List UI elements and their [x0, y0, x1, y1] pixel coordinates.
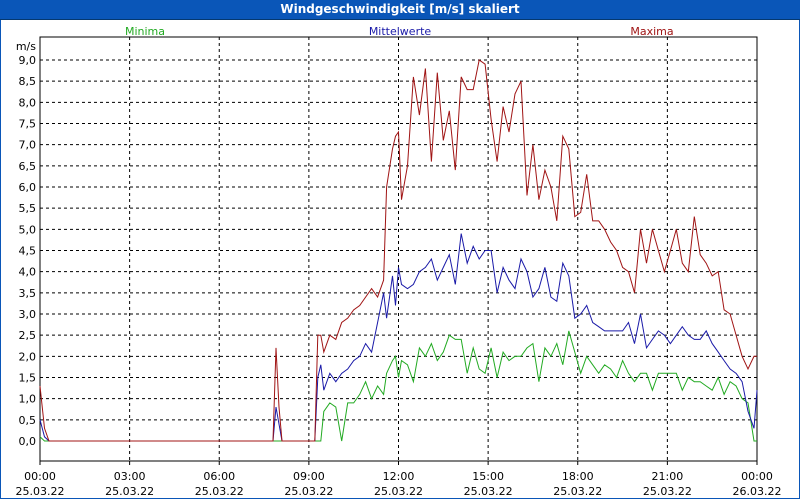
legend-minima: Minima — [125, 25, 165, 38]
y-tick-label: 2,0 — [19, 350, 37, 363]
x-tick-date: 25.03.22 — [105, 485, 154, 498]
y-tick-label: 4,0 — [19, 266, 37, 279]
x-tick-date: 26.03.22 — [733, 485, 782, 498]
legend-maxima: Maxima — [630, 25, 673, 38]
x-tick-time: 21:00 — [652, 470, 684, 483]
x-tick-time: 18:00 — [562, 470, 594, 483]
y-tick-label: 0,0 — [19, 435, 37, 448]
x-tick-time: 09:00 — [293, 470, 325, 483]
y-tick-label: 6,0 — [19, 181, 37, 194]
wind-speed-chart: 0,0 0,5 1,0 1,5 2,0 2,5 3,0 3,5 4,0 4,5 5,0 5,5 6,0 6… — [16, 25, 782, 498]
y-axis-unit: m/s — [16, 40, 36, 53]
y-tick-label: 3,5 — [19, 287, 37, 300]
y-tick-label: 1,5 — [19, 372, 37, 385]
y-tick-label: 5,5 — [19, 202, 37, 215]
x-tick-time: 00:00 — [741, 470, 773, 483]
y-tick-label: 8,0 — [19, 96, 37, 109]
y-tick-label: 6,5 — [19, 160, 37, 173]
y-tick-label: 1,0 — [19, 393, 37, 406]
x-tick-date: 25.03.22 — [284, 485, 333, 498]
y-tick-label: 0,5 — [19, 414, 37, 427]
y-tick-label: 3,0 — [19, 308, 37, 321]
x-tick-time: 12:00 — [383, 470, 415, 483]
y-tick-label: 8,5 — [19, 75, 37, 88]
y-tick-label: 4,5 — [19, 245, 37, 258]
x-tick-date: 25.03.22 — [553, 485, 602, 498]
x-tick-date: 25.03.22 — [16, 485, 65, 498]
x-tick-date: 25.03.22 — [464, 485, 513, 498]
x-tick-time: 00:00 — [24, 470, 56, 483]
x-tick-date: 25.03.22 — [374, 485, 423, 498]
legend-mittelwerte: Mittelwerte — [369, 25, 432, 38]
y-tick-label: 9,0 — [19, 54, 37, 67]
y-tick-label: 5,0 — [19, 223, 37, 236]
y-tick-label: 2,5 — [19, 329, 37, 342]
y-tick-label: 7,0 — [19, 139, 37, 152]
x-tick-date: 25.03.22 — [643, 485, 692, 498]
x-tick-time: 06:00 — [203, 470, 235, 483]
x-tick-time: 15:00 — [472, 470, 504, 483]
y-tick-label: 7,5 — [19, 118, 37, 131]
x-tick-time: 03:00 — [114, 470, 146, 483]
x-tick-date: 25.03.22 — [195, 485, 244, 498]
